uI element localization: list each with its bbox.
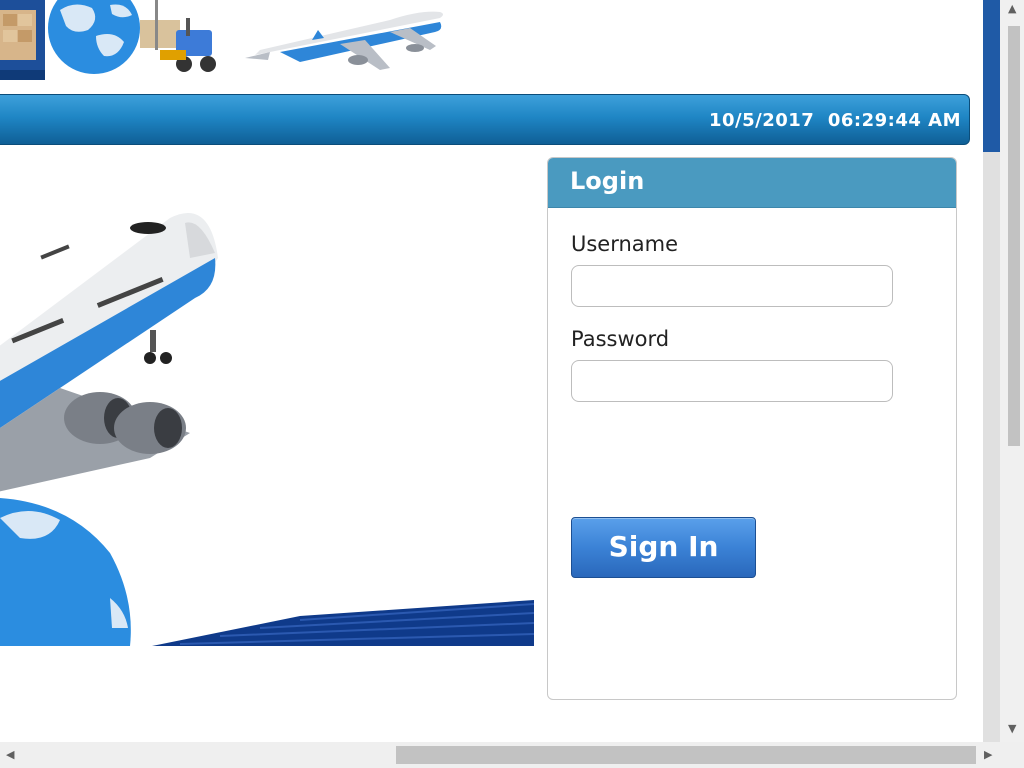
datetime-display: 10/5/2017 06:29:44 AM	[708, 110, 961, 131]
login-panel: Login Username Password Sign In	[547, 157, 957, 700]
scrollbar-corner	[1000, 742, 1024, 768]
scroll-down-icon[interactable]: ▼	[1008, 722, 1016, 735]
scroll-up-icon[interactable]: ▲	[1008, 2, 1016, 15]
hero-airplane-globe-image	[0, 158, 534, 646]
side-blue-strip	[983, 0, 1000, 152]
password-label: Password	[571, 327, 670, 351]
vertical-scroll-thumb[interactable]	[1008, 26, 1020, 446]
login-panel-header: Login	[548, 158, 956, 208]
horizontal-scroll-thumb[interactable]	[396, 746, 976, 764]
header-status-bar: 10/5/2017 06:29:44 AM	[0, 94, 970, 145]
banner-airplane-image	[240, 0, 462, 82]
scroll-right-icon[interactable]: ▶	[984, 748, 992, 761]
banner-cargo-image	[0, 0, 222, 82]
sign-in-button[interactable]: Sign In	[571, 517, 756, 578]
username-input[interactable]	[571, 265, 893, 307]
username-label: Username	[571, 232, 679, 256]
login-title: Login	[570, 167, 645, 195]
scroll-left-icon[interactable]: ◀	[6, 748, 14, 761]
password-input[interactable]	[571, 360, 893, 402]
